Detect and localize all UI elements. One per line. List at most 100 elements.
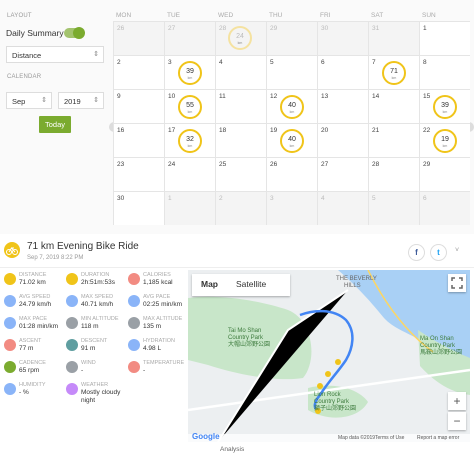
day-cell[interactable]: 7 71 km <box>368 55 419 89</box>
activity-ring[interactable]: 39 km <box>178 61 202 85</box>
ring-unit: km <box>289 110 295 114</box>
day-number: 22 <box>423 127 431 134</box>
map-place-label: 獅子山郊野公園 <box>314 406 357 412</box>
stat-value: 24.79 km/h <box>19 301 52 308</box>
activity-ring[interactable]: 32 km <box>178 129 202 153</box>
day-cell[interactable]: 29 <box>266 21 317 55</box>
map-type-control: Map Satellite <box>192 274 290 296</box>
stat-value: 1,185 kcal <box>143 279 173 286</box>
ring-value: 40 <box>288 136 296 143</box>
wind-icon <box>66 361 78 373</box>
stat-label: WIND <box>81 360 96 366</box>
weather-icon <box>66 383 78 395</box>
facebook-share-button[interactable]: f <box>408 244 425 261</box>
daily-summary-toggle[interactable] <box>64 27 85 39</box>
day-cell[interactable]: 23 <box>113 157 164 191</box>
map-place-label: Country Park <box>228 335 264 341</box>
day-cell[interactable]: 16 <box>113 123 164 157</box>
day-cell[interactable]: 28 24 km <box>215 21 266 55</box>
report-error-link[interactable]: Report a map error <box>417 434 459 442</box>
day-cell[interactable]: 6 <box>317 55 368 89</box>
weekday-tue: TUE <box>167 12 180 19</box>
ring-value: 55 <box>186 102 194 109</box>
day-cell[interactable]: 22 19 km <box>419 123 470 157</box>
activity-title: 71 km Evening Bike Ride <box>27 241 139 252</box>
day-cell[interactable]: 21 <box>368 123 419 157</box>
day-cell[interactable]: 26 <box>266 157 317 191</box>
zoom-in-button[interactable]: + <box>448 392 466 410</box>
day-cell[interactable]: 1 <box>419 21 470 55</box>
day-cell[interactable]: 11 <box>215 89 266 123</box>
day-number: 20 <box>321 127 329 134</box>
map-tab[interactable]: Map <box>201 279 218 289</box>
day-cell[interactable]: 30 <box>317 21 368 55</box>
activity-ring[interactable]: 39 km <box>433 95 457 119</box>
day-cell[interactable]: 27 <box>317 157 368 191</box>
today-button[interactable]: Today <box>39 116 71 133</box>
day-cell[interactable]: 5 <box>266 55 317 89</box>
ring-value: 71 <box>390 68 398 75</box>
day-cell[interactable]: 30 <box>113 191 164 225</box>
day-cell[interactable]: 31 <box>368 21 419 55</box>
year-select[interactable]: 2019 ⇕ <box>58 92 104 109</box>
weekday-thu: THU <box>269 12 283 19</box>
route-map[interactable]: Tai Mo Shan Country Park 大帽山郊野公園 Ma On S… <box>188 270 470 442</box>
mountain-icon <box>66 317 78 329</box>
day-cell[interactable]: 8 <box>419 55 470 89</box>
day-cell[interactable]: 2 <box>113 55 164 89</box>
satellite-tab[interactable]: Satellite <box>236 279 266 289</box>
day-cell[interactable]: 15 39 km <box>419 89 470 123</box>
day-number: 28 <box>372 161 380 168</box>
fullscreen-button[interactable] <box>448 274 466 292</box>
day-cell[interactable]: 18 <box>215 123 266 157</box>
day-cell[interactable]: 19 40 km <box>266 123 317 157</box>
day-cell[interactable]: 14 <box>368 89 419 123</box>
metric-select[interactable]: Distance ⇕ <box>6 46 104 63</box>
month-select[interactable]: Sep ⇕ <box>6 92 52 109</box>
day-number: 3 <box>270 195 274 202</box>
stat-label: DESCENT <box>81 338 108 344</box>
collapse-icon[interactable]: ˅ <box>455 247 459 254</box>
day-cell[interactable]: 4 <box>317 191 368 225</box>
day-number: 26 <box>270 161 278 168</box>
day-cell[interactable]: 1 <box>164 191 215 225</box>
activity-ring[interactable]: 19 km <box>433 129 457 153</box>
zoom-out-button[interactable]: − <box>448 412 466 430</box>
day-cell[interactable]: 12 40 km <box>266 89 317 123</box>
day-cell[interactable]: 3 <box>266 191 317 225</box>
day-cell[interactable]: 6 <box>419 191 470 225</box>
ring-value: 32 <box>186 136 194 143</box>
day-cell[interactable]: 3 39 km <box>164 55 215 89</box>
day-number: 19 <box>270 127 278 134</box>
ring-value: 39 <box>441 102 449 109</box>
day-cell[interactable]: 29 <box>419 157 470 191</box>
activity-datetime: Sep 7, 2019 8:22 PM <box>27 255 84 261</box>
weekday-sun: SUN <box>422 12 436 19</box>
day-cell[interactable]: 2 <box>215 191 266 225</box>
day-number: 21 <box>372 127 380 134</box>
twitter-share-button[interactable]: t <box>430 244 447 261</box>
day-cell[interactable]: 27 <box>164 21 215 55</box>
day-cell[interactable]: 20 <box>317 123 368 157</box>
google-logo[interactable]: Google <box>192 432 220 441</box>
activity-ring[interactable]: 40 km <box>280 129 304 153</box>
day-cell[interactable]: 25 <box>215 157 266 191</box>
activity-ring[interactable]: 40 km <box>280 95 304 119</box>
terms-link[interactable]: Terms of Use <box>375 434 404 442</box>
stat-value: 71.02 km <box>19 279 46 286</box>
day-cell[interactable]: 13 <box>317 89 368 123</box>
day-cell[interactable]: 5 <box>368 191 419 225</box>
ring-unit: km <box>237 41 243 45</box>
activity-ring[interactable]: 55 km <box>178 95 202 119</box>
day-cell[interactable]: 17 32 km <box>164 123 215 157</box>
map-place-label: Tai Mo Shan <box>228 328 262 334</box>
day-cell[interactable]: 9 <box>113 89 164 123</box>
day-cell[interactable]: 28 <box>368 157 419 191</box>
activity-ring[interactable]: 71 km <box>382 61 406 85</box>
day-cell[interactable]: 26 <box>113 21 164 55</box>
activity-ring[interactable]: 24 km <box>228 26 252 50</box>
day-cell[interactable]: 24 <box>164 157 215 191</box>
day-cell[interactable]: 10 55 km <box>164 89 215 123</box>
day-cell[interactable]: 4 <box>215 55 266 89</box>
day-number: 25 <box>219 161 227 168</box>
